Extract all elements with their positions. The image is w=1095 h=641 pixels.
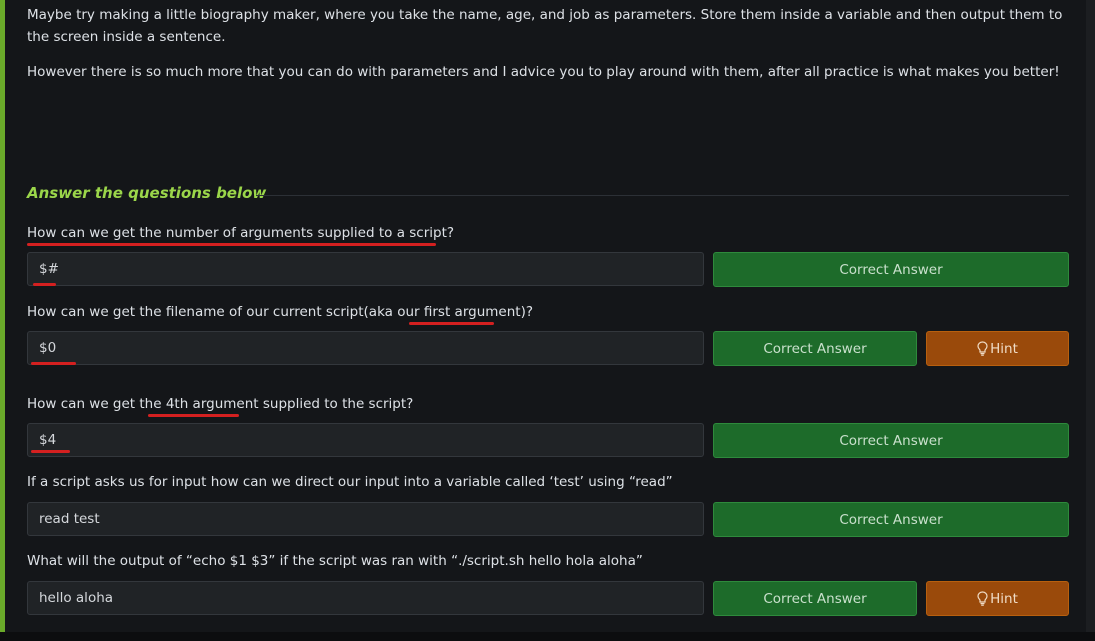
question-1-answer-field[interactable]: $# (27, 252, 704, 286)
intro-paragraph-1: Maybe try making a little biography make… (27, 7, 1063, 45)
question-4-text: If a script asks us for input how can we… (27, 474, 673, 490)
question-3-answer-field[interactable]: $4 (27, 423, 704, 457)
question-5-correct-answer-button[interactable]: Correct Answer (713, 581, 917, 616)
question-5-text: What will the output of “echo $1 $3” if … (27, 553, 643, 569)
question-2-text: How can we get the filename of our curre… (27, 304, 533, 320)
question-1-correct-answer-button[interactable]: Correct Answer (713, 252, 1069, 287)
question-2-answer-field[interactable]: $0 (27, 331, 704, 365)
question-3-underline (148, 414, 239, 417)
question-2-hint-button[interactable]: Hint (926, 331, 1069, 366)
question-5-hint-label: Hint (990, 590, 1018, 607)
question-1-text: How can we get the number of arguments s… (27, 225, 455, 241)
page-scroll-gutter (1086, 0, 1095, 632)
question-3-correct-answer-button[interactable]: Correct Answer (713, 423, 1069, 458)
question-5-hint-button[interactable]: Hint (926, 581, 1069, 616)
intro-paragraph-2: However there is so much more that you c… (27, 64, 1060, 80)
answer-1-underline (33, 283, 56, 286)
section-divider (256, 195, 1069, 196)
question-3-text: How can we get the 4th argument supplied… (27, 396, 414, 412)
question-4-answer-field[interactable]: read test (27, 502, 704, 536)
question-1-underline (27, 243, 436, 246)
answer-2-underline (31, 362, 76, 365)
question-2-hint-label: Hint (990, 340, 1018, 357)
answer-section-heading: Answer the questions below (27, 184, 267, 202)
lightbulb-icon (977, 591, 988, 606)
question-5-answer-field[interactable]: hello aloha (27, 581, 704, 615)
lightbulb-icon (977, 341, 988, 356)
task-accent-bar (0, 0, 5, 632)
question-2-correct-answer-button[interactable]: Correct Answer (713, 331, 917, 366)
question-2-underline (409, 322, 494, 325)
task-page: Maybe try making a little biography make… (0, 0, 1095, 641)
page-bottom-edge (0, 632, 1095, 641)
question-4-correct-answer-button[interactable]: Correct Answer (713, 502, 1069, 537)
answer-3-underline (31, 450, 70, 453)
